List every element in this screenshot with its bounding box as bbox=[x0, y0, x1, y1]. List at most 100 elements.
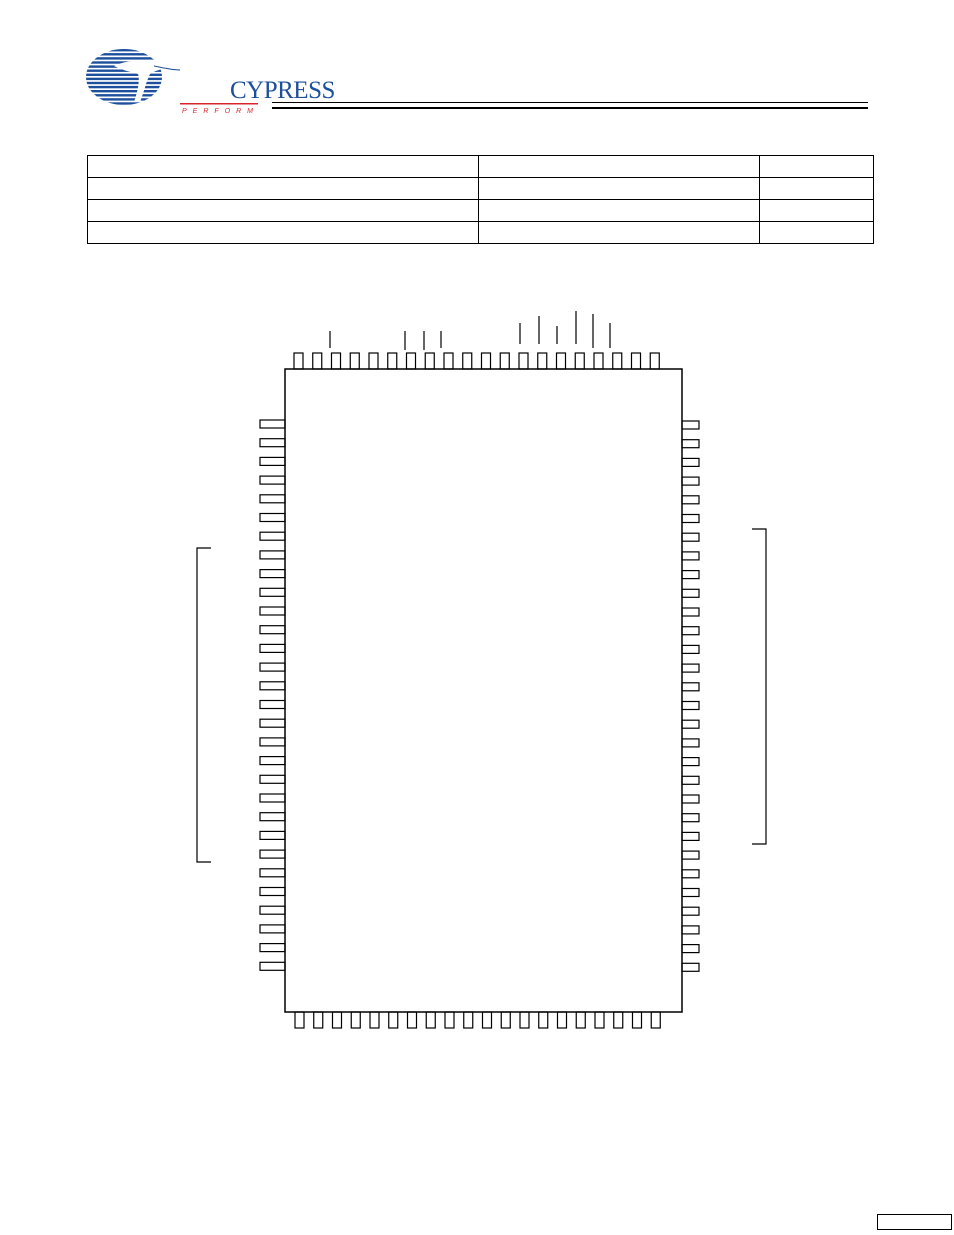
pin-left bbox=[259, 942, 286, 953]
package-body bbox=[284, 368, 683, 1013]
pin-top bbox=[330, 352, 342, 370]
pin-bottom bbox=[631, 1011, 643, 1029]
pin-left bbox=[259, 494, 286, 504]
pin-right bbox=[681, 962, 700, 972]
pin-bottom bbox=[313, 1011, 324, 1029]
pin-bottom bbox=[388, 1011, 399, 1029]
pin-right bbox=[681, 756, 700, 767]
pin-left bbox=[259, 718, 286, 728]
pin-top bbox=[518, 352, 529, 370]
pin-right bbox=[681, 925, 700, 935]
pin-bottom bbox=[350, 1011, 361, 1029]
pin-right bbox=[681, 513, 700, 524]
pin-right bbox=[681, 569, 700, 580]
pin-right bbox=[681, 626, 700, 636]
pin-left bbox=[259, 662, 286, 672]
pins-left bbox=[259, 419, 286, 971]
pin-right bbox=[681, 719, 700, 729]
pin-left bbox=[259, 419, 286, 429]
pin-right bbox=[681, 420, 700, 430]
pin-left bbox=[259, 699, 286, 710]
pin-left bbox=[259, 849, 286, 859]
pin-right bbox=[681, 869, 700, 879]
pin-left bbox=[259, 643, 286, 654]
pin-top bbox=[462, 352, 473, 370]
pin-right bbox=[681, 700, 700, 711]
pin-left bbox=[259, 475, 286, 485]
pin-right bbox=[681, 644, 700, 655]
pin-top bbox=[593, 352, 604, 370]
pin-bottom bbox=[331, 1011, 343, 1029]
pin-top bbox=[312, 352, 323, 370]
page-number-box bbox=[877, 1214, 952, 1230]
pin-right bbox=[681, 813, 700, 823]
pinout-diagram bbox=[196, 311, 767, 1029]
pin-left bbox=[259, 438, 286, 448]
pin-left bbox=[259, 568, 286, 579]
pin-top bbox=[499, 352, 510, 370]
pin-bottom bbox=[575, 1011, 586, 1029]
left-bracket bbox=[196, 547, 211, 863]
pin-left bbox=[259, 587, 286, 597]
pin-top bbox=[349, 352, 360, 370]
pin-top bbox=[574, 352, 585, 370]
pin-bottom bbox=[481, 1011, 493, 1029]
pin-top bbox=[630, 352, 642, 370]
pin-left bbox=[259, 886, 286, 897]
pin-right bbox=[681, 831, 700, 842]
pin-left bbox=[259, 625, 286, 635]
pin-bottom bbox=[594, 1011, 605, 1029]
pin-right bbox=[681, 532, 700, 542]
pin-top bbox=[555, 352, 567, 370]
pin-left bbox=[259, 924, 286, 934]
pins-bottom bbox=[294, 1011, 661, 1029]
pins-top bbox=[293, 352, 660, 370]
pin-left bbox=[259, 905, 286, 915]
pin-left bbox=[259, 830, 286, 841]
pin-right bbox=[681, 495, 700, 505]
pin-top bbox=[443, 352, 454, 370]
pin-left bbox=[259, 512, 286, 523]
top-marker-lines bbox=[329, 311, 611, 350]
pin-right bbox=[681, 439, 700, 449]
pin-bottom bbox=[500, 1011, 511, 1029]
pin-left bbox=[259, 961, 286, 971]
pin-bottom bbox=[538, 1011, 549, 1029]
pin-right bbox=[681, 457, 700, 467]
pin-right bbox=[681, 794, 700, 804]
pin-top bbox=[649, 352, 660, 370]
pins-right bbox=[681, 420, 700, 972]
pin-left bbox=[259, 868, 286, 878]
pin-right bbox=[681, 906, 700, 916]
pin-left bbox=[259, 550, 286, 560]
pin-bottom bbox=[556, 1011, 568, 1029]
pin-right bbox=[681, 476, 700, 486]
pin-right bbox=[681, 588, 700, 598]
pin-bottom bbox=[406, 1011, 418, 1029]
pin-left bbox=[259, 755, 286, 766]
pin-bottom bbox=[444, 1011, 455, 1029]
right-bracket bbox=[752, 528, 767, 845]
pin-top bbox=[368, 352, 379, 370]
pin-bottom bbox=[425, 1011, 436, 1029]
pin-right bbox=[681, 738, 700, 748]
pin-bottom bbox=[463, 1011, 474, 1029]
pin-right bbox=[681, 850, 700, 860]
pin-right bbox=[681, 943, 700, 954]
pin-left bbox=[259, 793, 286, 803]
pin-right bbox=[681, 887, 700, 898]
pin-right bbox=[681, 682, 700, 692]
pin-right bbox=[681, 775, 700, 785]
pin-top bbox=[387, 352, 398, 370]
pin-right bbox=[681, 607, 700, 617]
pin-left bbox=[259, 531, 286, 541]
pin-bottom bbox=[650, 1011, 661, 1029]
pin-left bbox=[259, 774, 286, 784]
pin-left bbox=[259, 737, 286, 747]
pin-left bbox=[259, 812, 286, 822]
pin-left bbox=[259, 606, 286, 616]
pin-bottom bbox=[369, 1011, 380, 1029]
pin-top bbox=[424, 352, 435, 370]
pin-right bbox=[681, 663, 700, 673]
pin-top bbox=[537, 352, 548, 370]
